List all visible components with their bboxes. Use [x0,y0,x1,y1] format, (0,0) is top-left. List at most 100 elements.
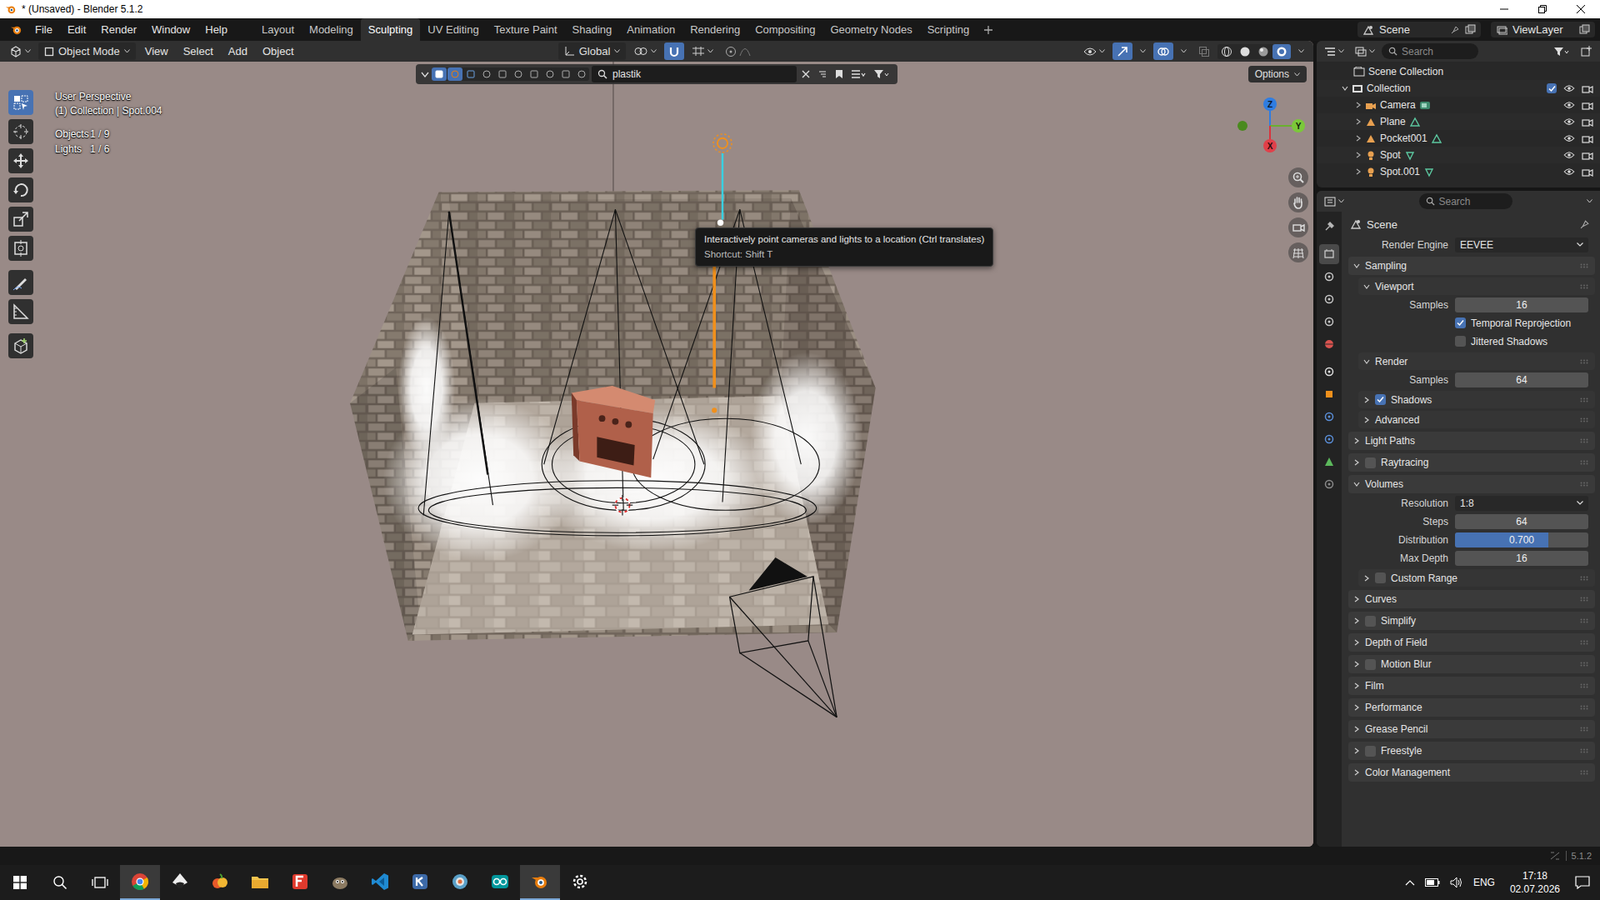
properties-search[interactable]: Search [1419,193,1513,210]
panel-checkbox[interactable] [1365,745,1376,757]
drag-grip-icon[interactable] [1580,748,1589,754]
clock[interactable]: 17:18 02.07.2026 [1510,869,1560,896]
panel-header[interactable]: Motion Blur [1348,655,1595,674]
filter-toggle[interactable] [574,67,590,81]
dropdown[interactable]: EEVEE [1455,237,1589,253]
gizmo-dropdown[interactable] [1135,42,1150,60]
filter-toggle[interactable] [495,67,510,81]
ortho-toggle-button[interactable] [1288,242,1309,263]
drag-grip-icon[interactable] [1580,284,1589,290]
panel-header[interactable]: Volumes [1348,475,1595,494]
drag-grip-icon[interactable] [1580,683,1589,689]
properties-tab[interactable] [1319,406,1340,427]
taskbar-app[interactable] [440,865,480,900]
drag-grip-icon[interactable] [1580,705,1589,710]
editor-type-button[interactable] [1320,192,1349,210]
taskbar-app[interactable] [160,865,200,900]
shading-button[interactable] [1217,44,1236,60]
filter-toggle[interactable] [558,67,574,81]
light-data-icon[interactable] [1404,150,1416,161]
filter-button[interactable] [1549,42,1575,60]
checkbox[interactable]: Temporal Reprojection [1455,317,1589,330]
mode-dropdown[interactable]: Object Mode [38,42,136,60]
proportional-button[interactable] [720,42,755,60]
properties-tab[interactable] [1319,266,1340,287]
taskbar-app[interactable] [240,865,280,900]
panel-checkbox[interactable] [1365,659,1376,670]
tool-button[interactable] [8,148,34,174]
options-button[interactable] [1582,192,1597,210]
workspace-tab[interactable]: UV Editing [420,18,486,41]
scene-canvas[interactable] [0,61,1314,847]
xray-toggle[interactable] [1194,42,1215,60]
disclosure-icon[interactable] [1341,85,1349,92]
filter-toggle[interactable] [510,67,526,81]
shading-button[interactable] [1235,44,1255,60]
taskbar-app[interactable] [120,865,160,900]
navigation-gizmo[interactable]: XZY [1228,84,1312,168]
drag-grip-icon[interactable] [1580,359,1589,365]
disclosure-icon[interactable] [1355,118,1362,125]
shading-button[interactable] [1254,44,1273,60]
taskbar-app[interactable] [280,865,320,900]
panel-header[interactable]: Sampling [1348,256,1595,275]
properties-tab[interactable] [1319,334,1340,355]
panel-header[interactable]: Simplify [1348,611,1595,630]
tool-button[interactable] [8,235,34,261]
outliner-row[interactable]: Collection [1316,80,1600,97]
eye-icon[interactable] [1563,117,1575,126]
task-view-button[interactable] [80,865,120,900]
properties-tab[interactable] [1319,384,1340,405]
workspace-tab[interactable]: Modeling [301,18,361,41]
number-field[interactable]: 64 [1455,514,1589,530]
filter-button[interactable] [870,67,893,81]
filter-toggle[interactable] [542,67,558,81]
menu-item[interactable]: Window [145,20,197,39]
eye-icon[interactable] [1563,84,1575,93]
tool-button[interactable] [8,333,34,359]
render-camera-icon[interactable] [1581,117,1594,127]
panel-checkbox[interactable] [1365,457,1376,469]
blender-menu[interactable] [5,23,27,36]
minimize-button[interactable] [1485,0,1524,19]
menu-item[interactable]: Render [94,20,144,39]
3d-cursor[interactable] [612,495,633,515]
mesh-data-icon[interactable] [1409,116,1421,128]
eye-icon[interactable] [1563,100,1575,110]
outliner-row[interactable]: Scene Collection [1316,63,1600,80]
search-button[interactable] [40,865,80,900]
display-mode-button[interactable] [1350,42,1380,60]
drag-grip-icon[interactable] [1580,397,1589,403]
panel-checkbox[interactable] [1375,394,1386,405]
mesh-data-icon[interactable] [1430,133,1443,145]
shading-dropdown[interactable] [1294,42,1309,60]
filter-toggle[interactable] [447,67,463,81]
panel-header[interactable]: Freestyle [1348,741,1595,760]
properties-tab[interactable] [1319,474,1340,495]
panel-checkbox[interactable] [1375,572,1386,584]
battery-icon[interactable] [1425,878,1440,887]
panel-header[interactable]: Curves [1348,590,1595,609]
filter-toggle[interactable] [479,67,495,81]
scene-name[interactable]: Scene [1379,23,1446,36]
tool-button[interactable] [8,299,34,325]
snap-target-button[interactable] [687,42,718,60]
camera-view-button[interactable] [1288,217,1309,238]
outliner-row[interactable]: Pocket001 [1316,130,1600,147]
pin-icon[interactable] [1580,219,1590,230]
language-indicator[interactable]: ENG [1473,876,1495,889]
drag-grip-icon[interactable] [1580,770,1589,775]
zoom-button[interactable] [1288,167,1309,188]
drag-grip-icon[interactable] [1580,618,1589,624]
subpanel-header[interactable]: Viewport [1358,277,1595,295]
z-axis-handle[interactable] [1263,97,1277,111]
taskbar-app[interactable] [400,865,440,900]
gizmo-toggle[interactable] [1112,42,1133,60]
view-layer-name[interactable]: ViewLayer [1512,23,1575,36]
number-field[interactable]: 16 [1455,550,1589,566]
overlay-toggle[interactable] [1153,42,1174,60]
pan-button[interactable] [1288,192,1309,213]
drag-grip-icon[interactable] [1580,726,1589,732]
options-dropdown[interactable]: Options [1248,65,1307,83]
outliner-row[interactable]: Plane [1316,113,1600,130]
